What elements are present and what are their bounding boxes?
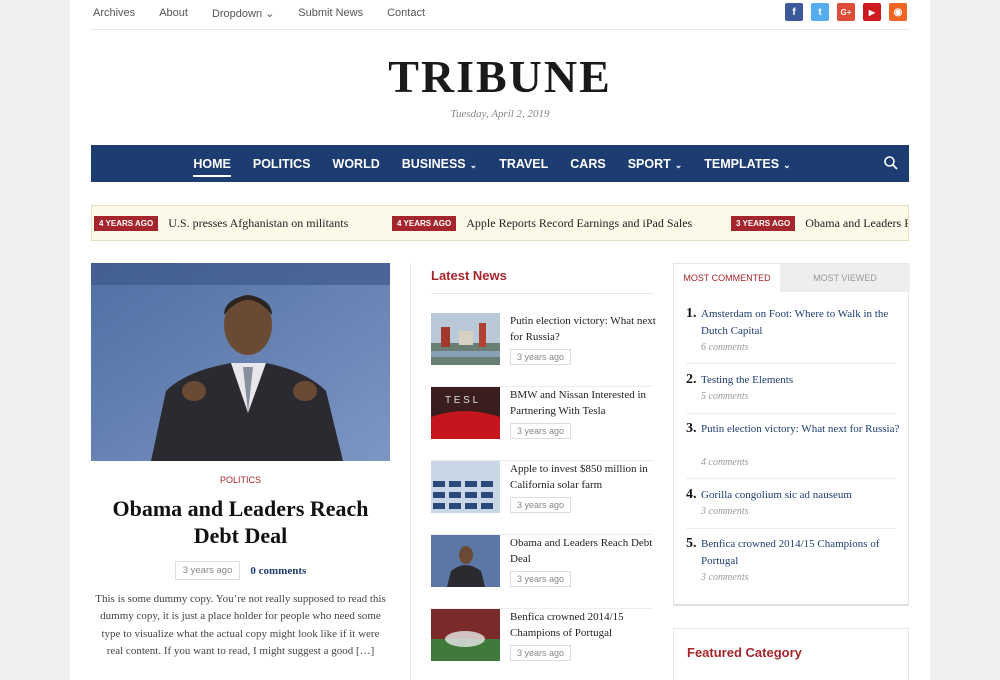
post-title: Putin election victory: What next for Ru…: [701, 423, 900, 435]
chevron-down-icon: ⌄: [265, 8, 275, 20]
list-item[interactable]: 4. Gorilla congolium sic ad nauseum 3 co…: [686, 487, 896, 529]
search-icon[interactable]: [883, 155, 899, 171]
site-logo[interactable]: TRIBUNE: [70, 50, 930, 103]
list-item[interactable]: 1. Amsterdam on Foot: Where to Walk in t…: [686, 306, 896, 364]
comment-count: 5 comments: [701, 391, 749, 402]
nav-cars[interactable]: CARS: [570, 157, 605, 171]
rank-number: 1.: [686, 306, 697, 321]
list-item[interactable]: Apple to invest $850 million in Californ…: [431, 461, 653, 535]
top-bar: Archives About Dropdown ⌄ Submit News Con…: [91, 0, 909, 30]
top-link-dropdown[interactable]: Dropdown ⌄: [212, 7, 274, 20]
rank-number: 3.: [686, 421, 697, 436]
news-thumbnail[interactable]: [431, 535, 500, 587]
list-item[interactable]: Obama and Leaders Reach Debt Deal 3 year…: [431, 535, 653, 609]
current-date: Tuesday, April 2, 2019: [450, 108, 550, 120]
news-ticker: 4 YEARS AGO U.S. presses Afghanistan on …: [91, 205, 909, 241]
featured-category-widget: Featured Category: [673, 628, 909, 680]
rss-icon[interactable]: ◉: [889, 3, 907, 21]
ticker-item[interactable]: 4 YEARS AGO U.S. presses Afghanistan on …: [94, 216, 348, 231]
news-title: Benfica crowned 2014/15 Champions of Por…: [510, 611, 624, 639]
time-badge: 4 YEARS AGO: [94, 216, 159, 231]
rank-number: 2.: [686, 372, 697, 387]
news-date: 3 years ago: [510, 423, 572, 439]
rank-number: 5.: [686, 536, 697, 551]
popular-posts-widget: MOST COMMENTED MOST VIEWED 1. Amsterdam …: [673, 263, 910, 606]
facebook-icon[interactable]: f: [785, 3, 803, 21]
chevron-down-icon: ⌄: [674, 159, 683, 170]
article-headline[interactable]: Obama and Leaders Reach Debt Deal: [91, 495, 390, 549]
article-meta: 3 years ago 0 comments: [91, 561, 390, 580]
post-title: Amsterdam on Foot: Where to Walk in the …: [701, 308, 889, 337]
top-link-archives[interactable]: Archives: [93, 7, 135, 20]
time-badge: 4 YEARS AGO: [392, 216, 457, 231]
svg-text:T E S L: T E S L: [445, 395, 479, 406]
list-item[interactable]: Putin election victory: What next for Ru…: [431, 313, 656, 387]
youtube-icon[interactable]: ▶: [863, 3, 881, 21]
chevron-down-icon: ⌄: [783, 159, 791, 170]
list-item[interactable]: 5. Benfica crowned 2014/15 Champions of …: [686, 536, 896, 594]
comment-count: 6 comments: [701, 342, 749, 353]
news-date: 3 years ago: [510, 349, 572, 365]
list-item[interactable]: 2. Testing the Elements 5 comments: [686, 372, 896, 414]
tab-most-commented[interactable]: MOST COMMENTED: [674, 264, 780, 292]
section-divider: [431, 293, 653, 294]
list-item[interactable]: Benfica crowned 2014/15 Champions of Por…: [431, 609, 653, 680]
post-title: Testing the Elements: [701, 374, 794, 386]
news-thumbnail[interactable]: [431, 461, 500, 513]
chevron-down-icon: ⌄: [469, 159, 478, 170]
column-divider: [410, 263, 411, 680]
nav-world[interactable]: WORLD: [333, 157, 380, 171]
google-plus-icon[interactable]: G+: [837, 3, 855, 21]
main-nav: HOME POLITICS WORLD BUSINESS ⌄ TRAVEL CAR…: [91, 145, 909, 182]
nav-home[interactable]: HOME: [193, 157, 231, 177]
top-link-contact[interactable]: Contact: [387, 7, 425, 20]
post-title: Benfica crowned 2014/15 Champions of Por…: [701, 538, 880, 567]
list-item[interactable]: 3. Putin election victory: What next for…: [686, 421, 899, 479]
nav-sport[interactable]: SPORT ⌄: [628, 157, 683, 171]
news-thumbnail[interactable]: [431, 313, 500, 365]
social-icons: f t G+ ▶ ◉: [785, 3, 907, 21]
featured-category-title: Featured Category: [687, 645, 802, 660]
article-category[interactable]: POLITICS: [91, 475, 390, 485]
dropdown-label: Dropdown: [211, 8, 263, 20]
featured-image[interactable]: [91, 263, 390, 461]
time-badge: 3 YEARS AGO: [731, 216, 796, 231]
nav-politics[interactable]: POLITICS: [253, 157, 311, 171]
twitter-icon[interactable]: t: [811, 3, 829, 21]
ticker-text: Obama and Leaders Reach Debt Deal: [805, 216, 908, 230]
nav-sport-label: SPORT: [627, 156, 671, 171]
news-title: BMW and Nissan Interested in Partnering …: [510, 389, 647, 417]
nav-business-label: BUSINESS: [401, 156, 466, 171]
list-item[interactable]: T E S L BMW and Nissan Interested in Par…: [431, 387, 653, 461]
nav-templates[interactable]: TEMPLATES ⌄: [704, 157, 790, 171]
nav-templates-label: TEMPLATES: [704, 156, 780, 171]
article-comments-link[interactable]: 0 comments: [250, 565, 306, 577]
ticker-item[interactable]: 4 YEARS AGO Apple Reports Record Earning…: [392, 216, 692, 231]
comment-count: 3 comments: [701, 506, 749, 517]
ticker-text: Apple Reports Record Earnings and iPad S…: [466, 216, 693, 230]
ticker-item[interactable]: 3 YEARS AGO Obama and Leaders Reach Debt…: [731, 216, 908, 231]
comment-count: 4 comments: [701, 457, 749, 468]
article-date: 3 years ago: [174, 561, 241, 580]
news-thumbnail[interactable]: T E S L: [431, 387, 500, 439]
rank-number: 4.: [686, 487, 697, 502]
news-thumbnail[interactable]: [431, 609, 500, 661]
tab-most-viewed[interactable]: MOST VIEWED: [780, 264, 910, 292]
ticker-text: U.S. presses Afghanistan on militants: [168, 216, 349, 230]
news-date: 3 years ago: [510, 497, 572, 513]
comment-count: 3 comments: [701, 572, 749, 583]
news-title: Apple to invest $850 million in Californ…: [510, 463, 648, 491]
nav-business[interactable]: BUSINESS ⌄: [402, 157, 477, 171]
news-date: 3 years ago: [510, 571, 572, 587]
latest-news-title: Latest News: [431, 268, 507, 283]
news-date: 3 years ago: [510, 645, 572, 661]
top-link-submit-news[interactable]: Submit News: [298, 7, 363, 20]
news-title: Obama and Leaders Reach Debt Deal: [510, 537, 653, 565]
article-excerpt: This is some dummy copy. You’re not real…: [95, 593, 386, 657]
post-title: Gorilla congolium sic ad nauseum: [701, 489, 852, 501]
news-title: Putin election victory: What next for Ru…: [510, 315, 656, 343]
nav-travel[interactable]: TRAVEL: [499, 157, 548, 171]
top-link-about[interactable]: About: [159, 7, 188, 20]
page: Archives About Dropdown ⌄ Submit News Con…: [70, 0, 930, 680]
